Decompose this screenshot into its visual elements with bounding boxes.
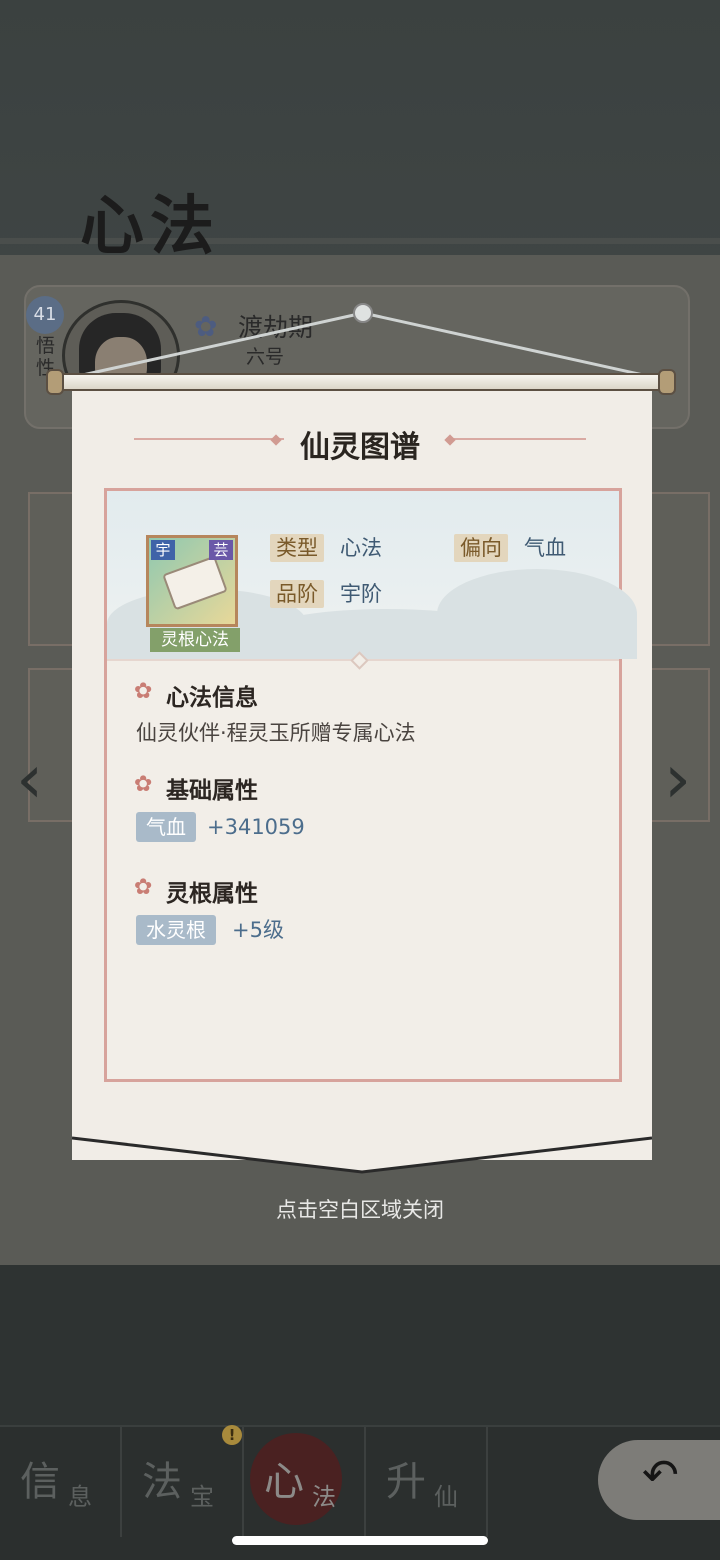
section-title-info: 心法信息: [166, 685, 258, 711]
spirit-root-tag: 水灵根: [136, 915, 216, 945]
element-corner-badge: 芸: [209, 540, 233, 560]
tab-sublabel: 仙: [434, 1483, 458, 1511]
grade-corner-badge: 宇: [151, 540, 175, 560]
type-label: 类型: [270, 534, 324, 562]
tab-label: 心: [264, 1459, 304, 1505]
tab-ascend[interactable]: 升 仙: [366, 1427, 488, 1537]
tab-label: 升: [386, 1459, 426, 1505]
flower-icon: ✿: [134, 875, 153, 900]
scroll-rod: [52, 373, 674, 391]
level-badge: 41: [26, 296, 64, 334]
realm-icon: ✿: [194, 310, 218, 343]
close-hint[interactable]: 点击空白区域关闭: [0, 1194, 720, 1224]
attr-value: +341059: [207, 815, 305, 839]
bias-label: 偏向: [454, 534, 508, 562]
scroll-rod-end: [46, 369, 64, 395]
spirit-root-value: +5级: [232, 918, 284, 942]
page-title: 心法: [80, 189, 220, 264]
tab-sublabel: 法: [312, 1483, 336, 1511]
tab-sublabel: 宝: [190, 1483, 214, 1511]
type-value: 心法: [340, 536, 382, 560]
realm-name: 渡劫期: [238, 313, 314, 342]
back-button[interactable]: ↶: [598, 1440, 720, 1520]
alert-badge-icon: !: [222, 1425, 242, 1445]
attr-name-tag: 气血: [136, 812, 196, 842]
scroll-art-icon: [162, 555, 228, 611]
tab-sublabel: 息: [68, 1483, 92, 1511]
tab-label: 法: [142, 1459, 182, 1505]
grade-label: 品阶: [270, 580, 324, 608]
tab-label: 信: [20, 1459, 60, 1505]
mountain-shape: [437, 569, 637, 659]
section-title-base: 基础属性: [166, 778, 258, 804]
skill-icon: 宇 芸: [146, 535, 238, 627]
section-title-root: 灵根属性: [166, 881, 258, 907]
back-arrow-icon: ↶: [642, 1450, 679, 1501]
skill-description: 仙灵伙伴·程灵玉所赠专属心法: [136, 721, 416, 745]
scroll-paper-bottom: [72, 1120, 652, 1174]
flower-icon: ✿: [134, 679, 153, 704]
tab-info[interactable]: 信 息: [0, 1427, 122, 1537]
skill-slot: [648, 492, 710, 646]
popup-title: 仙灵图谱: [300, 430, 420, 465]
prev-arrow-icon[interactable]: ‹: [16, 740, 43, 820]
tab-xinfa[interactable]: 心 法: [244, 1427, 366, 1537]
bias-value: 气血: [524, 536, 566, 560]
background-footer: [0, 1265, 720, 1425]
home-indicator[interactable]: [232, 1536, 488, 1545]
realm-subtitle: 六号: [246, 346, 285, 368]
scroll-rod-end: [658, 369, 676, 395]
grade-value: 宇阶: [340, 582, 382, 606]
skill-category-tag: 灵根心法: [150, 628, 240, 652]
tab-treasure[interactable]: 法 宝: [122, 1427, 244, 1537]
next-arrow-icon[interactable]: ›: [664, 740, 691, 820]
flower-icon: ✿: [134, 772, 153, 797]
